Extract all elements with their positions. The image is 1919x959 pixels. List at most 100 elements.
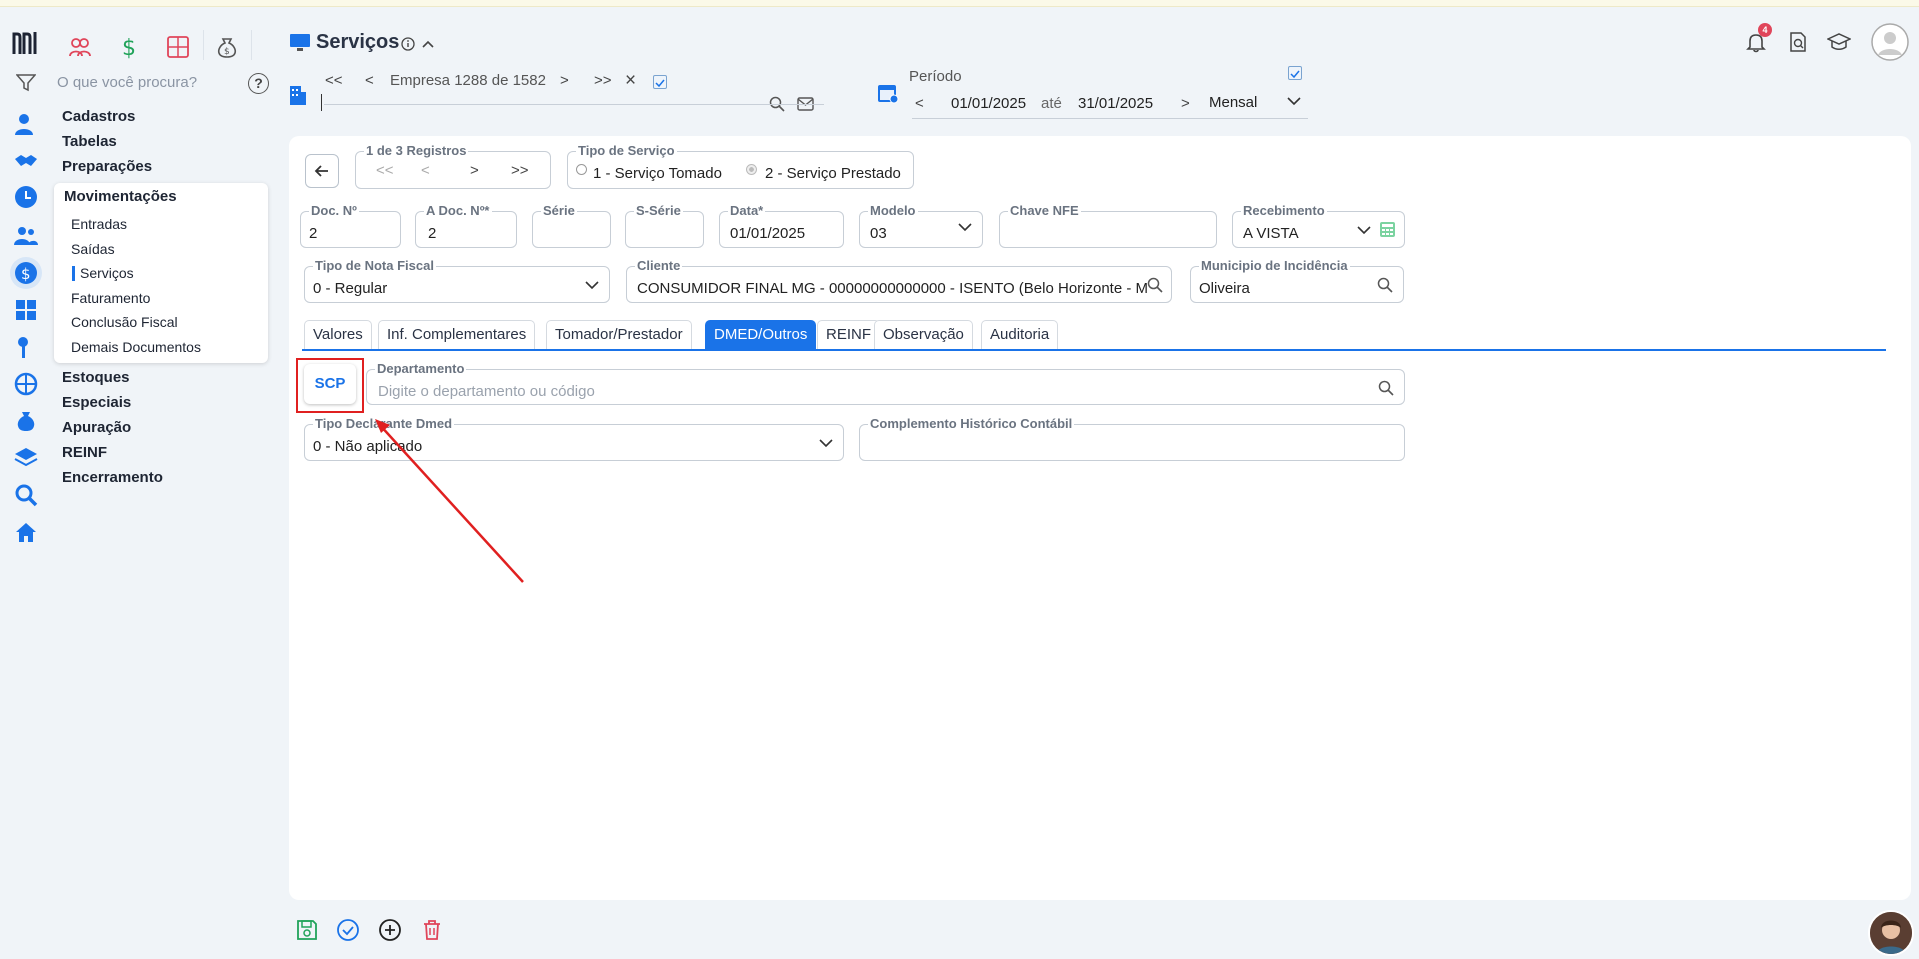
chevron-down-icon[interactable] <box>958 222 972 232</box>
data-value[interactable]: 01/01/2025 <box>730 225 805 242</box>
empresa-clear-button[interactable]: × <box>625 70 636 92</box>
handshake-icon[interactable] <box>14 149 38 173</box>
tipo-nota-select[interactable]: Tipo de Nota Fiscal 0 - Regular <box>304 258 610 303</box>
radio-servico-tomado[interactable] <box>576 164 587 175</box>
submenu-entradas[interactable]: Entradas <box>71 216 127 232</box>
submenu-faturamento[interactable]: Faturamento <box>71 290 150 306</box>
chevron-down-icon[interactable] <box>819 438 833 448</box>
records-first-button[interactable]: << <box>376 162 394 179</box>
servico-prestado-label[interactable]: 2 - Serviço Prestado <box>765 165 901 182</box>
menu-cadastros[interactable]: Cadastros <box>62 108 135 125</box>
empresa-last-button[interactable]: >> <box>594 72 612 89</box>
date-to-input[interactable]: 31/01/2025 <box>1078 95 1153 112</box>
clock-icon[interactable] <box>14 185 38 209</box>
periodo-checkbox[interactable] <box>1288 66 1302 80</box>
cliente-value[interactable]: CONSUMIDOR FINAL MG - 00000000000000 - I… <box>637 280 1147 297</box>
chevron-down-icon[interactable] <box>1357 225 1371 235</box>
a-doc-no-value[interactable]: 2 <box>428 225 436 242</box>
graduation-cap-icon[interactable] <box>1827 31 1851 53</box>
home-icon[interactable] <box>14 520 38 544</box>
calculator-blue-icon[interactable] <box>14 298 38 322</box>
filter-icon[interactable] <box>16 74 36 92</box>
app-logo-icon[interactable] <box>12 30 42 56</box>
menu-apuracao[interactable]: Apuração <box>62 419 131 436</box>
menu-encerramento[interactable]: Encerramento <box>62 469 163 486</box>
back-button[interactable] <box>305 154 339 188</box>
add-icon[interactable] <box>378 918 402 942</box>
search-icon[interactable] <box>1378 380 1394 396</box>
cliente-field[interactable]: Cliente CONSUMIDOR FINAL MG - 0000000000… <box>626 258 1172 303</box>
servico-tomado-label[interactable]: 1 - Serviço Tomado <box>593 165 722 182</box>
menu-estoques[interactable]: Estoques <box>62 369 130 386</box>
recebimento-select[interactable]: Recebimento A VISTA <box>1232 203 1405 248</box>
people-icon[interactable] <box>67 34 93 60</box>
frequency-select[interactable]: Mensal <box>1209 94 1257 111</box>
search-icon[interactable] <box>1377 277 1393 293</box>
menu-tabelas[interactable]: Tabelas <box>62 133 117 150</box>
periodo-prev-button[interactable]: < <box>915 95 924 112</box>
delete-icon[interactable] <box>420 918 444 942</box>
dollar-circle-icon[interactable]: $ <box>14 261 38 285</box>
search-icon[interactable] <box>14 483 38 507</box>
empresa-prev-button[interactable]: < <box>365 72 374 89</box>
confirm-icon[interactable] <box>336 918 360 942</box>
empresa-first-button[interactable]: << <box>325 72 343 89</box>
a-doc-no-field[interactable]: A Doc. Nº* 2 <box>415 203 517 248</box>
departamento-field[interactable]: Departamento Digite o departamento ou có… <box>366 361 1405 405</box>
dollar-icon[interactable]: $ <box>116 34 142 60</box>
municipio-field[interactable]: Municipio de Incidência Oliveira <box>1190 258 1404 303</box>
submenu-conclusao-fiscal[interactable]: Conclusão Fiscal <box>71 314 178 330</box>
money-bag-blue-icon[interactable] <box>14 409 38 433</box>
chevron-down-icon[interactable] <box>1287 96 1301 106</box>
modelo-value[interactable]: 03 <box>870 225 887 242</box>
date-from-input[interactable]: 01/01/2025 <box>951 95 1026 112</box>
global-search-input[interactable]: O que você procura? <box>57 74 197 91</box>
complemento-historico-field[interactable]: Complemento Histórico Contábil <box>859 416 1405 461</box>
calculator-icon[interactable] <box>165 34 191 60</box>
user-avatar-icon[interactable] <box>1871 23 1909 61</box>
records-last-button[interactable]: >> <box>511 162 529 179</box>
doc-no-value[interactable]: 2 <box>309 225 317 242</box>
tab-tomador-prestador[interactable]: Tomador/Prestador <box>546 320 692 350</box>
calculator-green-icon[interactable] <box>1379 221 1396 238</box>
municipio-value[interactable]: Oliveira <box>1199 280 1250 297</box>
submenu-servicos[interactable]: Serviços <box>80 265 134 281</box>
help-icon[interactable]: ? <box>248 73 269 94</box>
submenu-demais-documentos[interactable]: Demais Documentos <box>71 339 201 355</box>
tools-icon[interactable] <box>14 335 38 359</box>
tab-inf-complementares[interactable]: Inf. Complementares <box>378 320 536 350</box>
chave-nfe-field[interactable]: Chave NFE <box>999 203 1217 248</box>
save-icon[interactable] <box>295 918 319 942</box>
search-icon[interactable] <box>1147 277 1163 293</box>
s-serie-field[interactable]: S-Série <box>625 203 704 248</box>
tab-auditoria[interactable]: Auditoria <box>981 320 1059 350</box>
menu-reinf[interactable]: REINF <box>62 444 107 461</box>
empresa-checkbox[interactable] <box>653 75 667 89</box>
tipo-nota-value[interactable]: 0 - Regular <box>313 280 387 297</box>
assistant-avatar[interactable] <box>1868 910 1914 956</box>
chevron-down-icon[interactable] <box>585 280 599 290</box>
calendar-icon[interactable] <box>877 82 899 104</box>
menu-movimentacoes[interactable]: Movimentações <box>64 188 177 205</box>
tab-reinf[interactable]: REINF <box>817 320 880 350</box>
serie-field[interactable]: Série <box>532 203 611 248</box>
empresa-input-caret[interactable] <box>321 94 322 111</box>
periodo-next-button[interactable]: > <box>1181 95 1190 112</box>
departamento-placeholder[interactable]: Digite o departamento ou código <box>378 383 595 400</box>
tab-dmed-outros[interactable]: DMED/Outros <box>705 320 817 350</box>
document-search-icon[interactable] <box>1787 31 1809 53</box>
records-next-button[interactable]: > <box>470 162 479 179</box>
recebimento-value[interactable]: A VISTA <box>1243 225 1299 242</box>
submenu-saidas[interactable]: Saídas <box>71 241 115 257</box>
menu-preparacoes[interactable]: Preparações <box>62 158 152 175</box>
users-icon[interactable] <box>14 223 38 247</box>
money-bag-icon[interactable]: $ <box>214 34 240 60</box>
doc-no-field[interactable]: Doc. Nº 2 <box>300 203 401 248</box>
modelo-select[interactable]: Modelo 03 <box>859 203 983 248</box>
tab-observacao[interactable]: Observação <box>874 320 973 350</box>
radio-servico-prestado[interactable] <box>746 164 757 175</box>
tab-valores[interactable]: Valores <box>304 320 372 350</box>
network-icon[interactable] <box>14 372 38 396</box>
records-prev-button[interactable]: < <box>421 162 430 179</box>
chevron-up-icon[interactable] <box>421 38 435 50</box>
